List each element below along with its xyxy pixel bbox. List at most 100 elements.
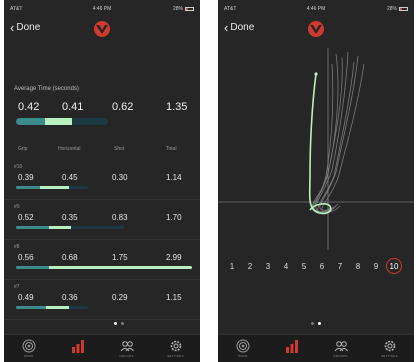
tab-stats[interactable] — [58, 339, 98, 358]
battery-percent: 28% — [172, 6, 183, 12]
shot-number: #7 — [14, 284, 20, 290]
done-button[interactable]: ‹ Done — [10, 19, 41, 35]
shot-row[interactable]: #8 0.56 0.68 1.75 2.99 — [4, 240, 200, 280]
tab-train-label: TRAIN — [23, 354, 34, 358]
shot-button[interactable]: 4 — [278, 258, 294, 274]
clock-label: 4:46 PM — [92, 6, 112, 12]
column-header-total: Total — [166, 146, 177, 152]
column-header-grip: Grip — [18, 146, 28, 152]
tab-stats[interactable] — [272, 339, 312, 358]
tab-train[interactable]: TRAIN — [223, 339, 263, 358]
horizontal-segment — [46, 306, 69, 309]
horizontal-cell: 0.45 — [62, 173, 78, 182]
battery-icon — [185, 7, 194, 11]
trace-screen: AT&T 4:46 PM 28% ‹ Done 1 2 3 4 5 6 7 8 … — [218, 0, 414, 362]
shot-row[interactable]: #9 0.52 0.35 0.83 1.70 — [4, 200, 200, 240]
nav-bar: ‹ Done — [4, 18, 200, 40]
shot-button[interactable]: 5 — [296, 258, 312, 274]
shot-row[interactable]: #7 0.49 0.36 0.29 1.15 — [4, 280, 200, 320]
shot-row[interactable]: #10 0.39 0.45 0.30 1.14 — [4, 160, 200, 200]
shot-button[interactable]: 2 — [242, 258, 258, 274]
tab-settings-label: SETTINGS — [381, 354, 398, 358]
status-bar: AT&T 4:46 PM 28% — [10, 6, 194, 14]
column-header-horizontal: Horizontal — [58, 146, 81, 152]
battery-indicator: 28% — [173, 6, 194, 12]
page-dot — [311, 322, 314, 325]
shot-time-bar — [16, 186, 88, 189]
total-cell: 1.70 — [166, 213, 182, 222]
shot-time-bar — [16, 266, 192, 269]
grip-segment — [16, 306, 47, 309]
avg-shot-value: 0.62 — [112, 101, 134, 113]
tab-groups-label: GROUPS — [119, 354, 134, 358]
tab-bar: TRAIN GROUPS SETTINGS — [218, 334, 414, 362]
shot-number: #8 — [14, 244, 20, 250]
battery-percent: 28% — [386, 6, 397, 12]
shot-button[interactable]: 3 — [260, 258, 276, 274]
page-dot — [121, 322, 124, 325]
brand-logo-icon — [94, 21, 110, 37]
avg-grip-value: 0.42 — [18, 101, 40, 113]
page-indicator[interactable] — [64, 322, 124, 325]
shot-button-selected[interactable]: 10 — [386, 258, 402, 274]
done-label: Done — [16, 22, 41, 33]
horizontal-cell: 0.35 — [62, 213, 78, 222]
target-icon — [22, 339, 35, 353]
target-icon — [236, 339, 249, 353]
shot-cell: 1.75 — [112, 253, 128, 262]
shot-number: #10 — [14, 164, 23, 170]
total-cell: 1.14 — [166, 173, 182, 182]
shot-time-bar — [16, 306, 88, 309]
grip-segment — [16, 226, 50, 229]
gear-icon — [384, 340, 395, 352]
average-time-title: Average Time (seconds) — [14, 86, 79, 92]
grip-cell: 0.56 — [18, 253, 34, 262]
average-values: 0.42 0.41 0.62 1.35 — [14, 101, 192, 115]
tab-train[interactable]: TRAIN — [9, 339, 49, 358]
tab-groups-label: GROUPS — [333, 354, 348, 358]
total-cell: 2.99 — [166, 253, 182, 262]
avg-grip-segment — [16, 118, 45, 125]
shot-button[interactable]: 7 — [332, 258, 348, 274]
shot-button[interactable]: 6 — [314, 258, 330, 274]
chevron-left-icon: ‹ — [224, 19, 229, 35]
shot-button[interactable]: 8 — [350, 258, 366, 274]
battery-icon — [399, 7, 408, 11]
shot-button[interactable]: 9 — [368, 258, 384, 274]
grip-cell: 0.39 — [18, 173, 34, 182]
chevron-left-icon: ‹ — [10, 19, 15, 35]
shot-button[interactable]: 1 — [224, 258, 240, 274]
grip-cell: 0.52 — [18, 213, 34, 222]
tab-groups[interactable]: GROUPS — [321, 339, 361, 358]
previous-traces — [311, 51, 365, 214]
stats-screen: AT&T 4:46 PM 28% ‹ Done Average Time (se… — [4, 0, 200, 362]
horizontal-segment — [49, 266, 192, 269]
shot-cell: 0.29 — [112, 293, 128, 302]
tab-bar: TRAIN GROUPS SETTINGS — [4, 334, 200, 362]
draw-trace-plot — [218, 48, 414, 250]
horizontal-cell: 0.68 — [62, 253, 78, 262]
page-dot — [114, 322, 117, 325]
brand-logo-icon — [308, 21, 324, 37]
nav-bar: ‹ Done — [218, 18, 414, 40]
group-icon — [120, 341, 134, 352]
shot-time-bar — [16, 226, 124, 229]
battery-indicator: 28% — [387, 6, 408, 12]
clock-label: 4:46 PM — [306, 6, 326, 12]
done-button[interactable]: ‹ Done — [224, 19, 255, 35]
avg-horizontal-value: 0.41 — [62, 101, 84, 113]
done-label: Done — [230, 22, 255, 33]
tab-settings[interactable]: SETTINGS — [156, 339, 196, 358]
page-dot — [318, 322, 321, 325]
horizontal-segment — [40, 186, 70, 189]
bar-chart-icon — [285, 340, 298, 353]
grip-cell: 0.49 — [18, 293, 34, 302]
column-headers: Grip Horizontal Shot Total — [14, 146, 192, 154]
group-icon — [334, 341, 348, 352]
page-indicator[interactable] — [218, 322, 414, 325]
shot-cell: 0.30 — [112, 173, 128, 182]
status-bar: AT&T 4:46 PM 28% — [224, 6, 408, 14]
horizontal-segment — [49, 226, 72, 229]
tab-groups[interactable]: GROUPS — [107, 339, 147, 358]
tab-settings[interactable]: SETTINGS — [370, 339, 410, 358]
